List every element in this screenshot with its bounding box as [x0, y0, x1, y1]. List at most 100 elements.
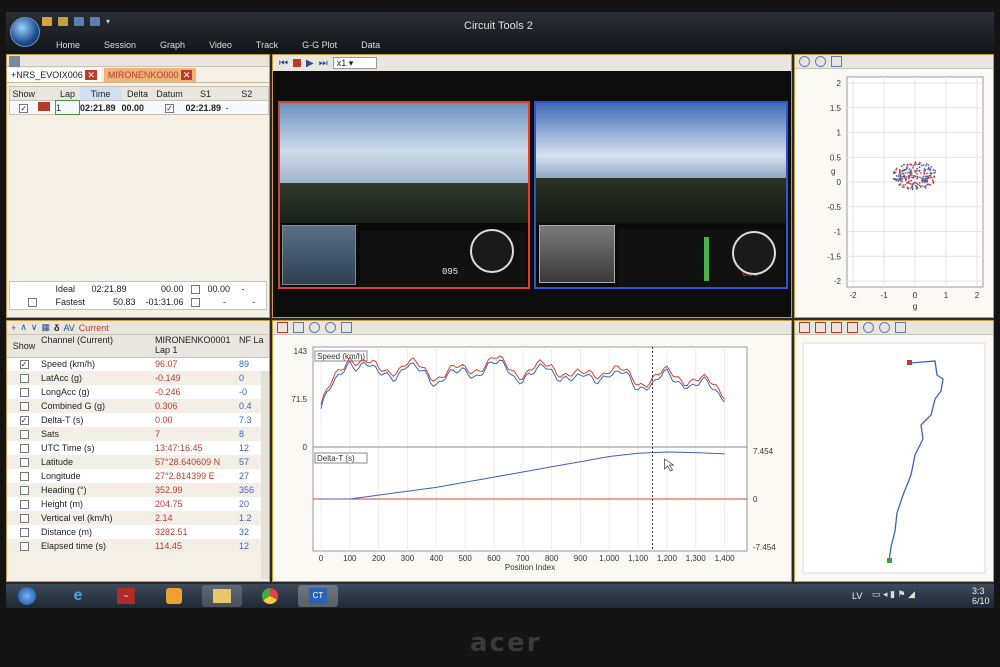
channels-scrollbar[interactable] [261, 371, 269, 579]
taskbar-app[interactable]: ~ [106, 585, 146, 607]
datum-checkbox[interactable]: ✓ [165, 103, 174, 113]
grid-icon[interactable] [9, 56, 20, 67]
channel-row[interactable]: Heading (°) 352.99 356 [7, 483, 269, 497]
taskbar-chrome[interactable] [250, 585, 290, 607]
marker-icon[interactable] [799, 322, 810, 333]
gg-plot[interactable]: 2 1.5 1 0.5 0 -0.5 -1 -1.5 -2 -2 -1 0 1 2 g g [795, 69, 993, 317]
track-map[interactable] [795, 335, 993, 581]
show-lap-checkbox[interactable]: ✓ [19, 103, 29, 113]
col-lap[interactable]: Lap [56, 87, 80, 101]
channel-row[interactable]: Latitude 57°28.640609 N 57 [7, 455, 269, 469]
channel-row[interactable]: Vertical vel (km/h) 2.14 1.2 [7, 511, 269, 525]
zoom-out-icon[interactable] [879, 322, 890, 333]
channel-show-checkbox[interactable] [19, 500, 29, 510]
fast-forward-icon[interactable]: ⏭ [319, 58, 328, 69]
channel-show-checkbox[interactable] [19, 542, 29, 552]
channel-show-checkbox[interactable] [19, 472, 29, 482]
channel-show-checkbox[interactable] [19, 514, 29, 524]
channel-show-checkbox[interactable] [19, 528, 29, 538]
channel-icon[interactable]: AV [63, 323, 74, 333]
marker-icon[interactable] [847, 322, 858, 333]
channel-show-checkbox[interactable] [19, 486, 29, 496]
taskbar-circuit-tools[interactable]: CT [298, 585, 338, 607]
zoom-out-icon[interactable] [815, 56, 826, 67]
channel-show-checkbox[interactable] [19, 374, 29, 384]
close-icon[interactable]: ✕ [85, 69, 97, 80]
zoom-out-icon[interactable] [325, 322, 336, 333]
qat-dropdown-icon[interactable]: ▾ [106, 17, 110, 26]
fit-icon[interactable] [341, 322, 352, 333]
col-s1[interactable]: S1 [186, 87, 226, 101]
col-time[interactable]: Time [79, 86, 122, 101]
save-icon[interactable] [58, 16, 68, 26]
channel-show-checkbox[interactable] [19, 458, 29, 468]
telemetry-graph[interactable]: 0 100 200 300 400 500 600 700 800 900 1,000 1,100 1,… [273, 335, 791, 581]
channel-row[interactable]: Height (m) 204.75 20 [7, 497, 269, 511]
channel-show-checkbox[interactable] [19, 430, 29, 440]
channel-row[interactable]: Elapsed time (s) 114.45 12 [7, 539, 269, 553]
channel-row[interactable]: Combined G (g) 0.306 0.4 [7, 399, 269, 413]
zoom-in-icon[interactable] [799, 56, 810, 67]
session-tab-nrs[interactable]: +NRS_EVOIX006 ✕ [7, 67, 101, 82]
undo-icon[interactable] [74, 16, 84, 26]
start-button[interactable] [12, 585, 42, 607]
marker-icon[interactable] [815, 322, 826, 333]
fit-icon[interactable] [895, 322, 906, 333]
channel-show-checkbox[interactable] [19, 444, 29, 454]
marker-icon[interactable] [831, 322, 842, 333]
language-indicator[interactable]: LV [852, 591, 862, 601]
tab-data[interactable]: Data [349, 38, 392, 52]
video-right[interactable]: 088 [534, 101, 788, 289]
zoom-in-icon[interactable] [309, 322, 320, 333]
open-folder-icon[interactable] [42, 16, 52, 26]
lap-row[interactable]: ✓ 1 02:21.89 00.00 ✓ 02:21.89 - [9, 100, 269, 115]
tab-home[interactable]: Home [44, 38, 92, 52]
pan-icon[interactable] [293, 322, 304, 333]
play-icon[interactable]: ▶ [306, 58, 314, 69]
delta-icon[interactable]: δ [54, 323, 59, 333]
fastest-datum-checkbox[interactable] [191, 298, 200, 308]
clock-date[interactable]: 6/10 [972, 596, 990, 606]
close-icon[interactable]: ✕ [180, 69, 193, 80]
channel-icon[interactable]: ∨ [31, 322, 38, 333]
session-tab-mironenko[interactable]: MIRONENKO000 ✕ [103, 67, 197, 82]
tab-session[interactable]: Session [92, 38, 148, 52]
redo-icon[interactable] [90, 16, 100, 26]
col-delta[interactable]: Delta [122, 87, 154, 101]
channel-row[interactable]: ✓ Speed (km/h) 96.07 89 [7, 357, 269, 371]
taskbar-ie[interactable]: e [58, 585, 98, 607]
channel-show-checkbox[interactable]: ✓ [19, 360, 29, 370]
rewind-icon[interactable]: ⏮ [279, 58, 288, 69]
col-datum[interactable]: Datum [154, 87, 186, 101]
channel-icon[interactable]: ∧ [20, 322, 27, 333]
ideal-datum-checkbox[interactable] [191, 284, 200, 294]
channel-row[interactable]: ✓ Delta-T (s) 0.00 7.3 [7, 413, 269, 427]
clock-time[interactable]: 3:3 [972, 586, 985, 596]
zoom-in-icon[interactable] [863, 322, 874, 333]
playback-speed-select[interactable]: x1 ▾ [332, 57, 377, 69]
tab-track[interactable]: Track [244, 38, 290, 52]
tab-gg-plot[interactable]: G-G Plot [290, 38, 349, 52]
app-menu-button[interactable] [10, 17, 40, 47]
lap-color-swatch[interactable] [37, 102, 50, 111]
tab-graph[interactable]: Graph [148, 38, 197, 52]
channel-show-checkbox[interactable] [19, 388, 29, 398]
video-left[interactable]: 095 [278, 101, 530, 289]
add-channel-icon[interactable]: + [11, 323, 16, 333]
channel-row[interactable]: LatAcc (g) -0.149 0 [7, 371, 269, 385]
cursor-icon[interactable] [277, 322, 288, 333]
col-s2[interactable]: S2 [226, 87, 269, 101]
channel-row[interactable]: LongAcc (g) -0.246 -0 [7, 385, 269, 399]
fastest-show-checkbox[interactable] [28, 298, 38, 308]
channel-row[interactable]: Longitude 27°2.814399 E 27 [7, 469, 269, 483]
fit-icon[interactable] [831, 56, 842, 67]
channel-show-checkbox[interactable]: ✓ [19, 416, 29, 426]
tab-video[interactable]: Video [197, 38, 244, 52]
channel-row[interactable]: Distance (m) 3282.51 32 [7, 525, 269, 539]
channel-row[interactable]: Sats 7 8 [7, 427, 269, 441]
taskbar-explorer[interactable] [202, 585, 242, 607]
channel-row[interactable]: UTC Time (s) 13:47:16.45 12 [7, 441, 269, 455]
channel-icon[interactable]: ▦ [41, 322, 50, 333]
channel-show-checkbox[interactable] [19, 402, 29, 412]
stop-icon[interactable] [293, 59, 301, 67]
